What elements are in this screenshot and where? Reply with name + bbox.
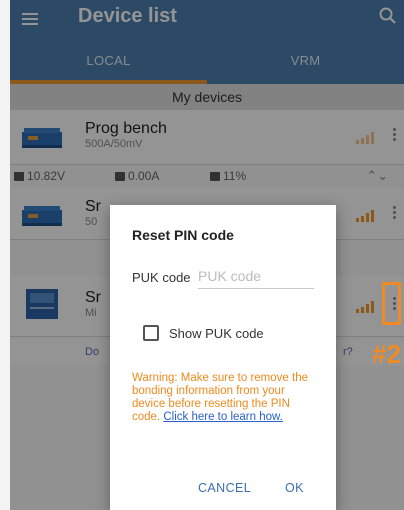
warning-message: Warning: Make sure to remove the bonding… bbox=[132, 372, 320, 424]
app-screen: Device list LOCAL VRM My devices Prog be… bbox=[10, 0, 404, 510]
dialog-title: Reset PIN code bbox=[132, 227, 234, 243]
puk-code-label: PUK code bbox=[132, 270, 191, 285]
ok-button[interactable]: OK bbox=[285, 481, 304, 495]
cancel-button[interactable]: CANCEL bbox=[198, 481, 251, 495]
reset-pin-dialog: Reset PIN code PUK code Show PUK code Wa… bbox=[110, 205, 336, 510]
annotation-marker: #2 bbox=[372, 339, 401, 369]
show-puk-checkbox[interactable] bbox=[143, 325, 159, 341]
show-puk-toggle[interactable]: Show PUK code bbox=[143, 325, 264, 341]
puk-code-input[interactable] bbox=[198, 263, 314, 289]
learn-how-link[interactable]: Click here to learn how. bbox=[163, 411, 283, 423]
show-puk-label: Show PUK code bbox=[169, 325, 264, 341]
annotation-highlight-box bbox=[382, 282, 401, 325]
